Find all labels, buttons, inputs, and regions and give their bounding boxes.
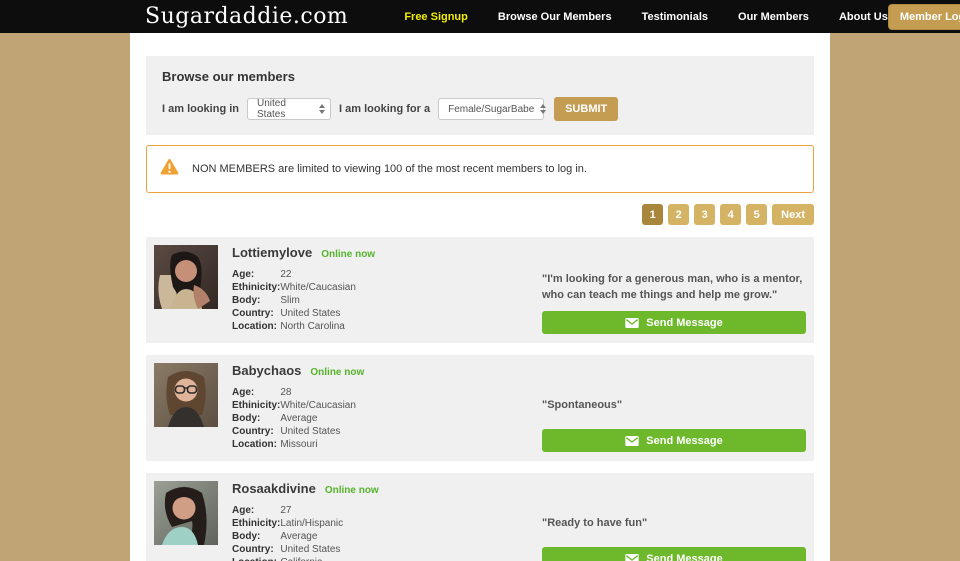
detail-label: Ethinicity: xyxy=(232,518,280,531)
nav-item-free-signup[interactable]: Free Signup xyxy=(404,11,468,23)
member-quote: "I'm looking for a generous man, who is … xyxy=(542,265,806,311)
detail-value: Latin/Hispanic xyxy=(280,518,343,531)
member-name[interactable]: Lottiemylove xyxy=(232,245,312,260)
nav-item-testimonials[interactable]: Testimonials xyxy=(642,11,708,23)
select-arrows-icon xyxy=(319,104,325,114)
member-card: Lottiemylove Online now Age:22 Ethinicit… xyxy=(146,237,814,343)
nav-item-browse-our-members[interactable]: Browse Our Members xyxy=(498,11,612,23)
top-navigation-bar: Sugardaddie.com Free Signup Browse Our M… xyxy=(0,0,960,33)
detail-label: Age: xyxy=(232,505,280,518)
mail-icon xyxy=(625,554,639,561)
detail-label: Age: xyxy=(232,387,280,400)
online-status: Online now xyxy=(325,485,379,496)
detail-label: Location: xyxy=(232,557,280,561)
detail-value: 22 xyxy=(280,269,356,282)
member-list: Lottiemylove Online now Age:22 Ethinicit… xyxy=(146,237,814,561)
detail-value: North Carolina xyxy=(280,321,356,334)
detail-label: Ethinicity: xyxy=(232,282,280,295)
nav-item-about-us[interactable]: About Us xyxy=(839,11,888,23)
browse-members-title: Browse our members xyxy=(162,69,798,84)
page-button-1[interactable]: 1 xyxy=(642,204,663,225)
detail-value: 28 xyxy=(280,387,356,400)
page-button-4[interactable]: 4 xyxy=(720,204,741,225)
detail-value: Slim xyxy=(280,295,356,308)
member-card-right: "I'm looking for a generous man, who is … xyxy=(542,245,806,335)
detail-value: White/Caucasian xyxy=(280,400,356,413)
country-select[interactable]: United States xyxy=(247,98,331,120)
member-info: Rosaakdivine Online now Age:27 Ethinicit… xyxy=(232,481,500,561)
page-button-5[interactable]: 5 xyxy=(746,204,767,225)
pagination: 1 2 3 4 5 Next xyxy=(146,204,814,225)
detail-value: California xyxy=(280,557,343,561)
select-arrows-icon xyxy=(540,104,546,114)
send-message-label: Send Message xyxy=(646,553,722,561)
member-login-button[interactable]: Member Login xyxy=(888,4,960,30)
detail-value: United States xyxy=(280,544,343,557)
country-select-value: United States xyxy=(257,98,313,120)
detail-label: Ethinicity: xyxy=(232,400,280,413)
member-details: Age:28 Ethinicity:White/Caucasian Body:A… xyxy=(232,387,356,452)
detail-label: Location: xyxy=(232,439,280,452)
notice-text: NON MEMBERS are limited to viewing 100 o… xyxy=(192,163,587,175)
member-quote: "Spontaneous" xyxy=(542,383,806,429)
mail-icon xyxy=(625,318,639,328)
looking-for-label: I am looking for a xyxy=(339,103,430,115)
detail-label: Age: xyxy=(232,269,280,282)
page-content: Browse our members I am looking in Unite… xyxy=(130,33,830,561)
detail-label: Body: xyxy=(232,413,280,426)
detail-label: Country: xyxy=(232,308,280,321)
detail-value: United States xyxy=(280,426,356,439)
detail-label: Country: xyxy=(232,544,280,557)
next-page-button[interactable]: Next xyxy=(772,204,814,225)
member-name[interactable]: Babychaos xyxy=(232,363,301,378)
detail-value: Average xyxy=(280,531,343,544)
member-name[interactable]: Rosaakdivine xyxy=(232,481,316,496)
member-info: Lottiemylove Online now Age:22 Ethinicit… xyxy=(232,245,500,335)
send-message-button[interactable]: Send Message xyxy=(542,547,806,561)
detail-label: Body: xyxy=(232,531,280,544)
gender-select-value: Female/SugarBabe xyxy=(448,104,534,115)
page-button-3[interactable]: 3 xyxy=(694,204,715,225)
member-photo[interactable] xyxy=(154,245,218,309)
submit-button[interactable]: SUBMIT xyxy=(554,97,618,121)
non-members-notice: NON MEMBERS are limited to viewing 100 o… xyxy=(146,145,814,193)
detail-value: Average xyxy=(280,413,356,426)
browse-members-panel: Browse our members I am looking in Unite… xyxy=(146,56,814,135)
page-button-2[interactable]: 2 xyxy=(668,204,689,225)
member-card: Babychaos Online now Age:28 Ethinicity:W… xyxy=(146,355,814,461)
detail-value: United States xyxy=(280,308,356,321)
site-logo[interactable]: Sugardaddie.com xyxy=(145,4,348,29)
looking-in-label: I am looking in xyxy=(162,103,239,115)
member-info: Babychaos Online now Age:28 Ethinicity:W… xyxy=(232,363,500,453)
member-quote: "Ready to have fun" xyxy=(542,501,806,547)
detail-label: Body: xyxy=(232,295,280,308)
send-message-label: Send Message xyxy=(646,317,722,329)
online-status: Online now xyxy=(310,367,364,378)
member-photo[interactable] xyxy=(154,481,218,545)
member-details: Age:27 Ethinicity:Latin/Hispanic Body:Av… xyxy=(232,505,343,561)
member-photo[interactable] xyxy=(154,363,218,427)
member-card-right: "Ready to have fun" Send Message xyxy=(542,481,806,561)
detail-value: 27 xyxy=(280,505,343,518)
warning-icon xyxy=(160,158,179,180)
member-card: Rosaakdivine Online now Age:27 Ethinicit… xyxy=(146,473,814,561)
mail-icon xyxy=(625,436,639,446)
detail-value: White/Caucasian xyxy=(280,282,356,295)
send-message-button[interactable]: Send Message xyxy=(542,311,806,334)
member-card-right: "Spontaneous" Send Message xyxy=(542,363,806,453)
gender-select[interactable]: Female/SugarBabe xyxy=(438,98,544,120)
nav-item-our-members[interactable]: Our Members xyxy=(738,11,809,23)
detail-label: Country: xyxy=(232,426,280,439)
detail-value: Missouri xyxy=(280,439,356,452)
online-status: Online now xyxy=(321,249,375,260)
send-message-button[interactable]: Send Message xyxy=(542,429,806,452)
browse-form: I am looking in United States I am looki… xyxy=(162,97,798,121)
send-message-label: Send Message xyxy=(646,435,722,447)
detail-label: Location: xyxy=(232,321,280,334)
main-nav: Free Signup Browse Our Members Testimoni… xyxy=(404,11,888,23)
member-details: Age:22 Ethinicity:White/Caucasian Body:S… xyxy=(232,269,356,334)
